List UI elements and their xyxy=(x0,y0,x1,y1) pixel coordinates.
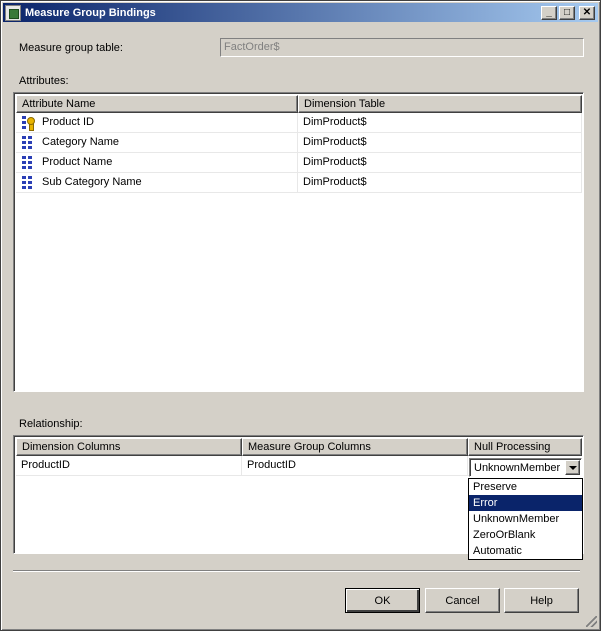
attribute-name: Sub Category Name xyxy=(42,176,142,188)
chevron-down-icon[interactable] xyxy=(565,460,580,475)
maximize-button[interactable]: □ xyxy=(559,5,575,20)
close-button[interactable]: ✕ xyxy=(579,5,595,20)
relationship-label: Relationship: xyxy=(19,418,83,430)
resize-grip-icon[interactable] xyxy=(586,616,597,627)
dimension-table-cell: DimProduct$ xyxy=(298,153,582,173)
attribute-row[interactable]: Product ID DimProduct$ xyxy=(16,113,582,133)
attribute-icon xyxy=(22,136,34,149)
attribute-icon xyxy=(22,156,34,169)
attribute-row[interactable]: Sub Category Name DimProduct$ xyxy=(16,173,582,193)
attribute-name: Category Name xyxy=(42,136,120,148)
dropdown-option-error[interactable]: Error xyxy=(469,495,582,511)
dropdown-option-automatic[interactable]: Automatic xyxy=(469,543,582,559)
key-attribute-icon xyxy=(22,116,35,131)
attribute-name: Product Name xyxy=(42,156,113,168)
null-processing-dropdown[interactable]: Preserve Error UnknownMember ZeroOrBlank… xyxy=(468,478,583,560)
attributes-grid[interactable]: Attribute Name Dimension Table Product I… xyxy=(13,92,584,392)
null-processing-combo[interactable]: UnknownMember xyxy=(469,458,582,477)
column-header-attribute-name[interactable]: Attribute Name xyxy=(16,95,298,113)
column-header-dimension-table[interactable]: Dimension Table xyxy=(298,95,582,113)
dimension-column-cell[interactable]: ProductID xyxy=(16,456,242,476)
help-button[interactable]: Help xyxy=(504,588,579,613)
dimension-table-cell: DimProduct$ xyxy=(298,173,582,193)
title-bar[interactable]: Measure Group Bindings _ □ ✕ xyxy=(3,3,598,22)
dropdown-option-unknownmember[interactable]: UnknownMember xyxy=(469,511,582,527)
column-header-null-processing[interactable]: Null Processing xyxy=(468,438,582,456)
attribute-row[interactable]: Category Name DimProduct$ xyxy=(16,133,582,153)
measure-group-bindings-dialog: Measure Group Bindings _ □ ✕ Measure gro… xyxy=(0,0,601,631)
minimize-button[interactable]: _ xyxy=(541,5,557,20)
measure-group-table-label: Measure group table: xyxy=(19,42,123,54)
dropdown-option-preserve[interactable]: Preserve xyxy=(469,479,582,495)
column-header-dimension-columns[interactable]: Dimension Columns xyxy=(16,438,242,456)
dropdown-option-zeroorblank[interactable]: ZeroOrBlank xyxy=(469,527,582,543)
measure-group-table-field: FactOrder$ xyxy=(220,38,584,57)
attribute-name: Product ID xyxy=(42,116,94,128)
ok-button[interactable]: OK xyxy=(345,588,420,613)
column-header-measure-group-columns[interactable]: Measure Group Columns xyxy=(242,438,468,456)
attributes-label: Attributes: xyxy=(19,75,69,87)
dimension-table-cell: DimProduct$ xyxy=(298,113,582,133)
null-processing-value: UnknownMember xyxy=(474,462,561,474)
attribute-row[interactable]: Product Name DimProduct$ xyxy=(16,153,582,173)
dimension-table-cell: DimProduct$ xyxy=(298,133,582,153)
cancel-button[interactable]: Cancel xyxy=(425,588,500,613)
measure-group-column-cell[interactable]: ProductID xyxy=(242,456,468,476)
app-icon xyxy=(5,4,21,21)
separator xyxy=(13,570,580,572)
window-title: Measure Group Bindings xyxy=(25,6,156,19)
attribute-icon xyxy=(22,176,34,189)
